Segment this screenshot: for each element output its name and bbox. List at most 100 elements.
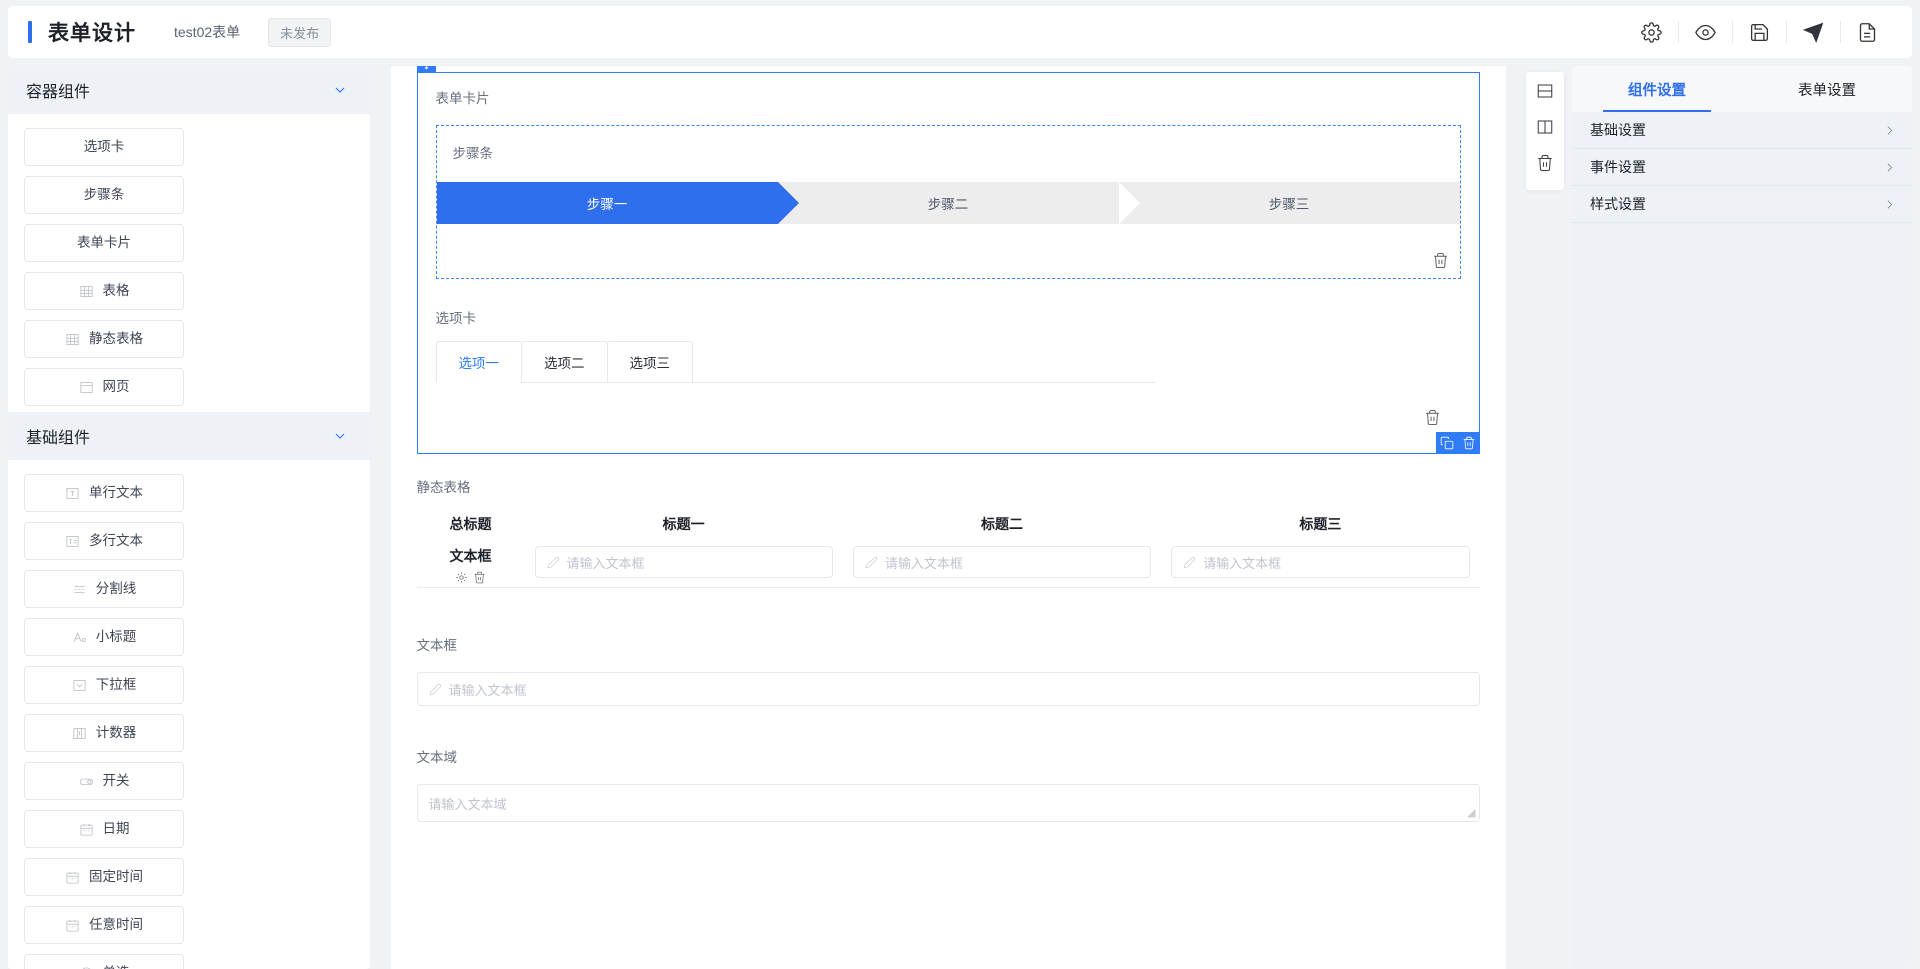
accordion-row-label: 事件设置 <box>1590 159 1646 175</box>
panel-tab-表单设置[interactable]: 表单设置 <box>1742 66 1912 112</box>
step-label: 步骤三 <box>1268 197 1310 212</box>
textarea-label: 文本域 <box>416 750 458 765</box>
component-item-任意时间[interactable]: 任意时间 <box>24 906 184 944</box>
sidebar-section-body-1: 单行文本多行文本分割线小标题下拉框计数器开关日期固定时间任意时间单选多选图片文件… <box>8 460 370 969</box>
copy-card-button[interactable] <box>1436 432 1458 454</box>
pencil-icon <box>429 683 441 695</box>
steps-content-slot[interactable] <box>437 224 1460 278</box>
table-cell-input[interactable]: 请输入文本框 <box>534 546 833 578</box>
tabs-content-slot[interactable] <box>436 383 1461 425</box>
static-table-header-row: 总标题 标题一 标题二 标题三 <box>417 514 1480 546</box>
textarea-component[interactable]: 文本域 请输入文本域 ◢ <box>416 706 1480 822</box>
canvas-area[interactable]: 表单卡片 步骤条 步骤一 步骤二 步骤三 选项卡 选项一 选项二 选项三 静态表… <box>378 66 1518 969</box>
split-horizontal-button[interactable] <box>1534 80 1556 102</box>
component-item-开关[interactable]: 开关 <box>24 762 184 800</box>
textarea-placeholder: 请输入文本域 <box>428 797 507 812</box>
resize-grip-icon[interactable]: ◢ <box>1467 806 1475 819</box>
trash-icon[interactable] <box>473 571 486 587</box>
pencil-icon <box>865 556 878 569</box>
component-item-分割线[interactable]: 分割线 <box>24 570 184 608</box>
page-title: 表单设计 <box>48 22 136 45</box>
text-field-component[interactable]: 文本框 请输入文本框 <box>416 588 1480 706</box>
component-item-单选[interactable]: 单选 <box>24 954 184 969</box>
text-field-input[interactable]: 请输入文本框 <box>416 672 1480 706</box>
static-table-component[interactable]: 静态表格 总标题 标题一 标题二 标题三 文本框 请输入文本框 请输入文本框 请输入文本框 <box>416 454 1480 588</box>
tab-item-2[interactable]: 选项二 <box>521 341 608 382</box>
form-card-component[interactable]: 表单卡片 步骤条 步骤一 步骤二 步骤三 选项卡 选项一 选项二 选项三 <box>416 66 1480 454</box>
sidebar-section-header-1[interactable]: 基础组件 <box>8 412 370 460</box>
drag-move-icon[interactable] <box>416 66 436 73</box>
sidebar-section-body-0: 选项卡步骤条表单卡片表格静态表格网页 <box>8 114 370 412</box>
sidebar-scroll-area[interactable]: 容器组件选项卡步骤条表单卡片表格静态表格网页基础组件单行文本多行文本分割线小标题… <box>8 66 370 969</box>
component-item-label: 步骤条 <box>83 187 125 203</box>
chevron-down-icon[interactable] <box>332 82 348 98</box>
step-item-2[interactable]: 步骤二 <box>777 182 1140 224</box>
gear-icon[interactable] <box>455 571 468 587</box>
chevron-right-icon[interactable] <box>1883 161 1896 174</box>
component-item-静态表格[interactable]: 静态表格 <box>24 320 184 358</box>
step-arrow-icon <box>777 182 799 224</box>
accordion-row-基础设置[interactable]: 基础设置 <box>1572 112 1912 149</box>
steps-bar: 步骤一 步骤二 步骤三 <box>436 182 1460 224</box>
text-field-label: 文本框 <box>416 638 458 653</box>
tabs-component-label: 选项卡 <box>435 311 477 326</box>
component-item-计数器[interactable]: 计数器 <box>24 714 184 752</box>
delete-card-button[interactable] <box>1458 432 1480 454</box>
settings-icon[interactable] <box>1624 6 1678 58</box>
table-cell-placeholder: 请输入文本框 <box>884 555 963 571</box>
accordion-row-事件设置[interactable]: 事件设置 <box>1572 149 1912 186</box>
status-badge: 未发布 <box>268 17 332 47</box>
step-label: 步骤二 <box>927 197 969 212</box>
component-item-下拉框[interactable]: 下拉框 <box>24 666 184 704</box>
table-cell-input[interactable]: 请输入文本框 <box>1171 546 1470 578</box>
document-icon[interactable] <box>1840 6 1894 58</box>
delete-button[interactable] <box>1534 152 1556 174</box>
delete-tabs-button[interactable] <box>1424 409 1441 431</box>
tab-item-1[interactable]: 选项一 <box>435 341 522 383</box>
card-action-toolbar <box>1435 432 1480 454</box>
component-item-label: 表格 <box>102 283 130 299</box>
table-icon <box>65 332 80 347</box>
component-item-日期[interactable]: 日期 <box>24 810 184 848</box>
component-item-表格[interactable]: 表格 <box>24 272 184 310</box>
table-cell-placeholder: 请输入文本框 <box>1203 555 1282 571</box>
right-side-group: 组件设置 表单设置 基础设置事件设置样式设置 <box>1526 66 1912 969</box>
sidebar-section-header-0[interactable]: 容器组件 <box>8 66 370 114</box>
chevron-right-icon[interactable] <box>1883 124 1896 137</box>
component-item-固定时间[interactable]: 固定时间 <box>24 858 184 896</box>
split-vertical-icon <box>1536 118 1554 136</box>
table-cell: 请输入文本框 <box>843 546 1161 587</box>
step-item-3[interactable]: 步骤三 <box>1118 182 1460 224</box>
property-panel-tabs: 组件设置 表单设置 <box>1572 66 1912 112</box>
accordion-row-label: 基础设置 <box>1590 122 1646 138</box>
component-item-label: 选项卡 <box>83 139 125 155</box>
tabs-component[interactable]: 选项卡 选项一 选项二 选项三 <box>435 307 1461 433</box>
tab-item-3[interactable]: 选项三 <box>606 341 693 382</box>
split-vertical-button[interactable] <box>1534 116 1556 138</box>
preview-eye-icon[interactable] <box>1678 6 1732 58</box>
component-item-表单卡片[interactable]: 表单卡片 <box>24 224 184 262</box>
component-item-步骤条[interactable]: 步骤条 <box>24 176 184 214</box>
form-card-label: 表单卡片 <box>435 91 490 106</box>
accordion-row-样式设置[interactable]: 样式设置 <box>1572 186 1912 223</box>
component-item-单行文本[interactable]: 单行文本 <box>24 474 184 512</box>
component-item-label: 网页 <box>102 379 130 395</box>
step-item-1[interactable]: 步骤一 <box>436 182 799 224</box>
textarea-input[interactable]: 请输入文本域 ◢ <box>416 784 1480 822</box>
component-item-选项卡[interactable]: 选项卡 <box>24 128 184 166</box>
panel-tab-组件设置[interactable]: 组件设置 <box>1572 66 1742 112</box>
save-icon[interactable] <box>1732 6 1786 58</box>
component-item-网页[interactable]: 网页 <box>24 368 184 406</box>
component-item-小标题[interactable]: 小标题 <box>24 618 184 656</box>
steps-dropzone[interactable]: 步骤条 步骤一 步骤二 步骤三 <box>435 125 1461 279</box>
component-item-多行文本[interactable]: 多行文本 <box>24 522 184 560</box>
chevron-right-icon[interactable] <box>1883 198 1896 211</box>
table-header-cell: 标题二 <box>980 516 1023 532</box>
publish-send-icon[interactable] <box>1786 6 1840 58</box>
chevron-down-icon[interactable] <box>332 428 348 444</box>
pencil-icon <box>547 556 560 569</box>
delete-steps-button[interactable] <box>1432 252 1452 272</box>
table-cell: 请输入文本框 <box>525 546 843 587</box>
table-cell: 请输入文本框 <box>1161 546 1479 587</box>
table-cell-input[interactable]: 请输入文本框 <box>852 546 1152 578</box>
